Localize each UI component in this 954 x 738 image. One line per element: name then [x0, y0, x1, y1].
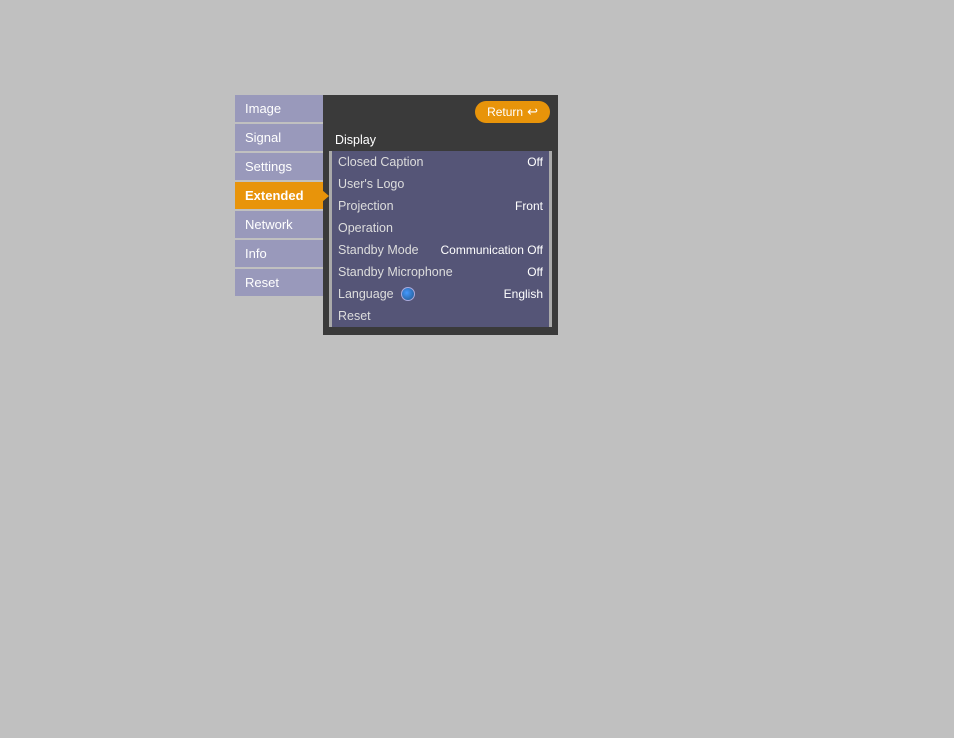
panel-row-standby-mode[interactable]: Standby Mode Communication Off: [329, 239, 552, 261]
panel-row-reset[interactable]: Reset: [329, 305, 552, 327]
sidebar-label-settings: Settings: [245, 159, 292, 174]
panel-row-standby-mode-value: Communication Off: [441, 243, 544, 257]
sidebar-item-reset[interactable]: Reset: [235, 269, 323, 296]
return-label: Return: [487, 105, 523, 119]
panel-row-language-label: Language: [338, 287, 504, 302]
sidebar-label-image: Image: [245, 101, 281, 116]
panel-row-operation[interactable]: Operation: [329, 217, 552, 239]
extended-panel: Return ↩ Display Closed Caption Off User…: [323, 95, 558, 335]
panel-row-standby-microphone[interactable]: Standby Microphone Off: [329, 261, 552, 283]
panel-row-display[interactable]: Display: [329, 129, 552, 151]
panel-row-operation-label: Operation: [338, 221, 543, 235]
panel-items: Display Closed Caption Off User's Logo P…: [323, 129, 558, 327]
sidebar-label-network: Network: [245, 217, 293, 232]
globe-icon: [401, 287, 415, 301]
sidebar-label-signal: Signal: [245, 130, 281, 145]
panel-row-language-value: English: [504, 287, 543, 301]
panel-row-users-logo[interactable]: User's Logo: [329, 173, 552, 195]
sidebar-item-network[interactable]: Network: [235, 211, 323, 238]
panel-row-display-label: Display: [335, 133, 546, 147]
sidebar-item-extended[interactable]: Extended: [235, 182, 323, 209]
sidebar-label-reset: Reset: [245, 275, 279, 290]
panel-row-language-text: Language: [338, 287, 394, 301]
sidebar-item-settings[interactable]: Settings: [235, 153, 323, 180]
sidebar-label-extended: Extended: [245, 188, 304, 203]
panel-row-language[interactable]: Language English: [329, 283, 552, 305]
panel-row-projection-label: Projection: [338, 199, 515, 213]
panel-row-reset-label: Reset: [338, 309, 543, 323]
sidebar-item-signal[interactable]: Signal: [235, 124, 323, 151]
sidebar: Image Signal Settings Extended Network I…: [235, 95, 323, 335]
menu-container: Image Signal Settings Extended Network I…: [235, 95, 558, 335]
panel-row-users-logo-label: User's Logo: [338, 177, 543, 191]
panel-row-projection[interactable]: Projection Front: [329, 195, 552, 217]
panel-row-closed-caption-label: Closed Caption: [338, 155, 527, 169]
panel-row-projection-value: Front: [515, 199, 543, 213]
return-button[interactable]: Return ↩: [475, 101, 550, 123]
sidebar-item-info[interactable]: Info: [235, 240, 323, 267]
panel-row-closed-caption-value: Off: [527, 155, 543, 169]
sidebar-label-info: Info: [245, 246, 267, 261]
panel-row-closed-caption[interactable]: Closed Caption Off: [329, 151, 552, 173]
panel-row-standby-mode-label: Standby Mode: [338, 243, 441, 257]
panel-row-standby-microphone-value: Off: [527, 265, 543, 279]
return-arrow-icon: ↩: [527, 104, 538, 120]
sidebar-item-image[interactable]: Image: [235, 95, 323, 122]
panel-row-standby-microphone-label: Standby Microphone: [338, 265, 527, 279]
